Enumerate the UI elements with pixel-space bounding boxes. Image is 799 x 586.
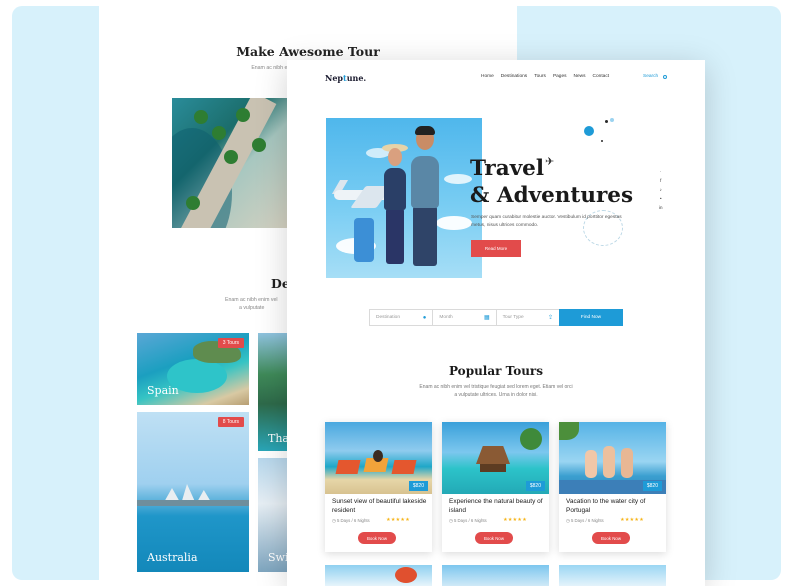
rating-stars: ★★★★★ (620, 517, 644, 523)
decorative-dot (584, 126, 594, 136)
month-placeholder: Month (439, 315, 453, 320)
twitter-icon[interactable]: • (660, 196, 662, 201)
nav-destinations[interactable]: Destinations (501, 74, 527, 79)
destination-name: Australia (147, 551, 198, 564)
tour-price: $820 (642, 481, 662, 491)
tour-image: $820 (442, 422, 549, 494)
search-label: Search (643, 74, 659, 79)
nav-tours[interactable]: Tours (534, 74, 546, 79)
tour-duration-text: 5 Days / 6 Nights (336, 518, 370, 523)
location-pin-icon: ● (422, 314, 427, 321)
hero-title-line: & Adventures (470, 183, 634, 208)
book-now-button[interactable]: Book Now (475, 532, 513, 544)
decorative-dot (601, 140, 603, 142)
social-links: · f ♪ • in (659, 169, 663, 210)
dest-sub-line: Enam ac nibh enim vel (225, 297, 278, 303)
nav-contact[interactable]: Contact (593, 74, 610, 79)
find-now-button[interactable]: Find Now (558, 309, 623, 326)
rating-stars: ★★★★★ (503, 517, 527, 523)
beach-aerial-image (172, 98, 296, 228)
tour-type-field[interactable]: Tour Type ⇪ (495, 309, 559, 326)
tour-card-peek (559, 565, 666, 586)
tour-title[interactable]: Vacation to the water city of Portugal (566, 498, 661, 515)
popular-tours-subtitle: Enam ac nibh enim vel tristique feugiat … (287, 383, 705, 399)
tour-duration: ◷ 5 Days / 6 Nights (332, 518, 370, 524)
dest-sub-line: a vulputate (239, 305, 265, 311)
linkedin-icon[interactable]: in (659, 205, 663, 210)
tour-card-peek (442, 565, 549, 586)
nav-home[interactable]: Home (481, 74, 494, 79)
popular-tours-heading: Popular Tours (448, 364, 543, 378)
social-dot-icon: · (660, 169, 662, 174)
tour-duration-text: 5 Days / 6 Nights (570, 518, 604, 523)
nav-pages[interactable]: Pages (553, 74, 567, 79)
hero-description: Semper quam curabitur molestie auctor. V… (471, 215, 622, 228)
site-logo[interactable]: Neptune. (325, 73, 366, 83)
header-search[interactable]: Search (643, 74, 668, 79)
facebook-icon[interactable]: f (660, 178, 661, 183)
hero-image (326, 118, 482, 278)
tour-price: $820 (525, 481, 545, 491)
decorative-dot (605, 120, 608, 123)
book-now-button[interactable]: Book Now (592, 532, 630, 544)
tour-card[interactable]: $820 Sunset view of beautiful lakeside r… (325, 422, 432, 552)
tour-type-placeholder: Tour Type (502, 315, 524, 320)
destination-field[interactable]: Destination ● (369, 309, 433, 326)
tour-duration-text: 5 Days / 6 Nights (453, 518, 487, 523)
tour-count-badge: 3 Tours (217, 338, 244, 348)
popular-subtitle-line: Enam ac nibh enim vel tristique feugiat … (419, 384, 573, 390)
tag-icon: ⇪ (547, 315, 553, 321)
tour-image: $820 (559, 422, 666, 494)
destination-placeholder: Destination (376, 315, 400, 320)
nav-news[interactable]: News (574, 74, 586, 79)
tour-card[interactable]: $820 Experience the natural beauty of is… (442, 422, 549, 552)
calendar-icon: ▦ (483, 315, 490, 321)
tour-search-bar: Destination ● Month ▦ Tour Type ⇪ Find N… (369, 309, 623, 326)
logo-text: Nep (325, 73, 343, 83)
rating-stars: ★★★★★ (386, 517, 410, 523)
month-field[interactable]: Month ▦ (432, 309, 496, 326)
tour-title[interactable]: Sunset view of beautiful lakeside reside… (332, 498, 427, 515)
front-page-preview: Neptune. Home Destinations Tours Pages N… (287, 60, 705, 586)
decorative-dot (610, 118, 614, 122)
tour-price: $820 (408, 481, 428, 491)
main-nav: Home Destinations Tours Pages News Conta… (481, 74, 609, 79)
destination-card-spain[interactable]: 3 Tours Spain (137, 333, 249, 405)
destinations-subtitle: Enam ac nibh enim vel a vulputate (225, 296, 277, 312)
tour-image: $820 (325, 422, 432, 494)
destination-card-australia[interactable]: 8 Tours Australia (137, 412, 249, 572)
tiktok-icon[interactable]: ♪ (660, 187, 662, 192)
destination-name: Swi (268, 551, 289, 564)
airplane-icon: ✈ (545, 156, 555, 168)
logo-text: une. (346, 73, 367, 83)
destination-name: Spain (147, 384, 179, 397)
tour-count-badge: 8 Tours (217, 417, 244, 427)
tour-duration: ◷ 5 Days / 6 Nights (566, 518, 604, 524)
destination-name: Tha (268, 432, 289, 445)
read-more-button[interactable]: Read More (471, 240, 521, 257)
tour-duration: ◷ 5 Days / 6 Nights (449, 518, 487, 524)
back-page-title: Make Awesome Tour (236, 44, 380, 59)
tour-card-peek (325, 565, 432, 586)
tour-card[interactable]: $820 Vacation to the water city of Portu… (559, 422, 666, 552)
search-icon[interactable] (663, 74, 668, 79)
tour-title[interactable]: Experience the natural beauty of island (449, 498, 544, 515)
book-now-button[interactable]: Book Now (358, 532, 396, 544)
popular-subtitle-line: a vulputate ultrices. Urna in dolor nisi… (454, 392, 538, 398)
